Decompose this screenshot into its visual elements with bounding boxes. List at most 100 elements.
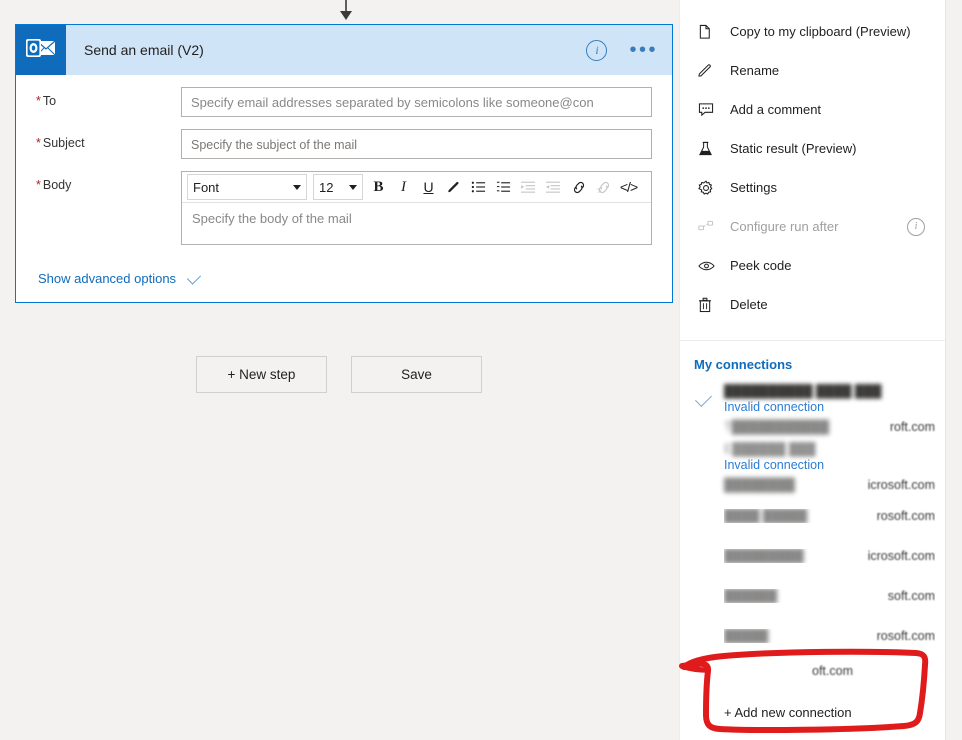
outlook-icon — [16, 25, 66, 75]
connection-domain-masked: rosoft.com — [876, 509, 935, 523]
font-size-value: 12 — [319, 179, 334, 195]
copy-icon — [698, 24, 720, 40]
decrease-indent-icon — [516, 174, 541, 200]
show-advanced-options[interactable]: Show advanced options — [16, 257, 672, 302]
field-row-to: * To Specify email addresses separated by… — [36, 87, 652, 117]
connection-item[interactable]: oft.com — [680, 656, 945, 686]
menu-item-delete[interactable]: Delete — [680, 285, 945, 324]
action-card-body: * To Specify email addresses separated by… — [16, 75, 672, 245]
flow-designer-canvas: Send an email (V2) i ••• * To Specify ema… — [0, 0, 678, 740]
context-menu-list: Copy to my clipboard (Preview) Rename Ad… — [680, 0, 945, 334]
gear-icon — [698, 179, 720, 196]
menu-item-label: Delete — [730, 297, 768, 312]
run-after-icon — [698, 219, 720, 234]
invalid-connection-link[interactable]: Invalid connection — [724, 399, 935, 416]
body-field-label: * Body — [36, 178, 72, 192]
field-row-body: * Body Font 12 B I U </> Specify the bod… — [36, 171, 652, 245]
connection-domain-masked: oft.com — [812, 664, 853, 678]
trash-icon — [698, 297, 720, 313]
rte-toolbar: Font 12 B I U </> — [182, 172, 651, 203]
eye-icon — [698, 260, 720, 272]
connection-domain-masked: icrosoft.com — [867, 478, 935, 492]
info-icon[interactable]: i — [586, 39, 608, 61]
connection-item[interactable]: █████ rosoft.com — [680, 616, 945, 656]
connection-domain-masked: roft.com — [889, 420, 935, 434]
action-card-title: Send an email (V2) — [84, 42, 204, 58]
connection-item[interactable]: ████ █████ rosoft.com — [680, 496, 945, 536]
body-input[interactable]: Specify the body of the mail — [182, 203, 651, 244]
text-color-pen-icon[interactable] — [441, 174, 466, 200]
required-asterisk: * — [36, 178, 41, 192]
connection-masked-row: oft.com — [724, 664, 935, 678]
menu-item-label: Rename — [730, 63, 780, 78]
connection-item[interactable]: █████████ icrosoft.com — [680, 536, 945, 576]
action-card-header-actions: i ••• — [586, 25, 658, 75]
chevron-down-icon — [349, 184, 357, 190]
flask-icon — [698, 141, 720, 157]
to-input[interactable]: Specify email addresses separated by sem… — [181, 87, 652, 117]
action-card-header: Send an email (V2) i ••• — [16, 25, 672, 75]
font-family-dropdown[interactable]: Font — [187, 174, 307, 200]
chevron-down-icon — [186, 270, 202, 285]
numbered-list-icon[interactable] — [491, 174, 516, 200]
connection-account-masked: ████████ — [724, 478, 795, 492]
save-button[interactable]: Save — [351, 356, 482, 393]
connection-masked-row: ████ █████ rosoft.com — [724, 509, 935, 523]
connection-account-masked: T███████████ — [724, 420, 830, 434]
connection-domain-masked: soft.com — [887, 589, 935, 603]
menu-item-static-result[interactable]: Static result (Preview) — [680, 129, 945, 168]
remove-link-icon — [591, 174, 616, 200]
menu-item-copy-to-clipboard[interactable]: Copy to my clipboard (Preview) — [680, 12, 945, 51]
insert-link-icon[interactable] — [566, 174, 591, 200]
panel-right-gutter — [945, 0, 962, 740]
my-connections-header: My connections — [694, 357, 793, 372]
subject-field-label: * Subject — [36, 136, 85, 150]
menu-item-rename[interactable]: Rename — [680, 51, 945, 90]
connection-item[interactable]: ██████ soft.com — [680, 576, 945, 616]
show-advanced-options-label: Show advanced options — [38, 271, 177, 286]
font-size-dropdown[interactable]: 12 — [313, 174, 363, 200]
canvas-action-buttons: + New step Save — [0, 356, 678, 393]
bold-icon[interactable]: B — [366, 174, 391, 200]
code-view-icon[interactable]: </> — [616, 174, 641, 200]
bulleted-list-icon[interactable] — [466, 174, 491, 200]
menu-item-add-comment[interactable]: Add a comment — [680, 90, 945, 129]
italic-icon[interactable]: I — [391, 174, 416, 200]
flow-connector-arrow — [340, 0, 352, 20]
send-email-action-card[interactable]: Send an email (V2) i ••• * To Specify ema… — [15, 24, 673, 303]
connection-account-masked: █████████ — [724, 549, 804, 563]
connection-domain-masked: icrosoft.com — [867, 549, 935, 563]
menu-item-label: Settings — [730, 180, 777, 195]
body-rich-text-editor[interactable]: Font 12 B I U </> Specify the body of th… — [181, 171, 652, 245]
menu-item-settings[interactable]: Settings — [680, 168, 945, 207]
connection-item[interactable]: ██████████ ████ ███ Invalid connection T… — [680, 380, 945, 438]
required-asterisk: * — [36, 94, 41, 108]
add-new-connection-button[interactable]: + Add new connection — [680, 690, 945, 734]
connections-list: ██████████ ████ ███ Invalid connection T… — [680, 380, 945, 690]
pencil-icon — [698, 63, 720, 79]
connection-account-masked: ██████ — [724, 589, 778, 603]
font-family-value: Font — [193, 179, 220, 195]
menu-item-label: Add a comment — [730, 102, 822, 117]
action-context-menu-panel: Copy to my clipboard (Preview) Rename Ad… — [679, 0, 945, 740]
connection-name-masked: E██████ ███ — [724, 442, 816, 456]
chevron-down-icon — [293, 184, 301, 190]
info-icon[interactable]: i — [907, 217, 925, 236]
subject-input[interactable]: Specify the subject of the mail — [181, 129, 652, 159]
connection-masked-row: █████ rosoft.com — [724, 629, 935, 643]
connection-item[interactable]: E██████ ███ Invalid connection ████████ … — [680, 438, 945, 496]
menu-item-peek-code[interactable]: Peek code — [680, 246, 945, 285]
invalid-connection-link[interactable]: Invalid connection — [724, 457, 935, 474]
new-step-button[interactable]: + New step — [196, 356, 327, 393]
to-field-label: * To — [36, 94, 57, 108]
more-options-icon[interactable]: ••• — [629, 40, 658, 60]
menu-item-label: Copy to my clipboard (Preview) — [730, 24, 911, 39]
menu-item-label: Configure run after — [730, 219, 839, 234]
field-row-subject: * Subject Specify the subject of the mail — [36, 129, 652, 159]
required-asterisk: * — [36, 136, 41, 150]
menu-item-label: Peek code — [730, 258, 792, 273]
connection-domain-masked: rosoft.com — [876, 629, 935, 643]
connection-account-masked: █████ — [724, 629, 769, 643]
underline-icon[interactable]: U — [416, 174, 441, 200]
comment-icon — [698, 102, 720, 117]
